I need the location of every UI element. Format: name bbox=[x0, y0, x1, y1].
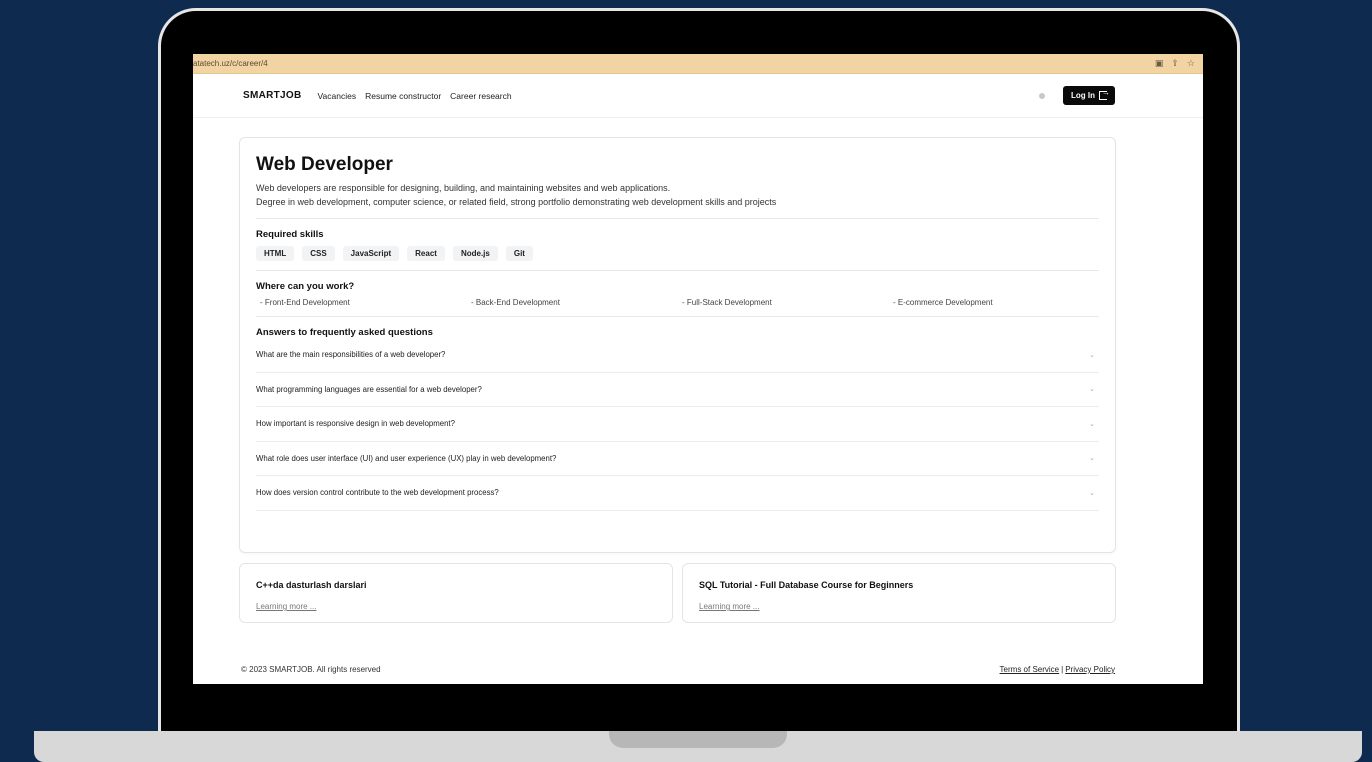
page-title: Web Developer bbox=[256, 154, 393, 175]
learn-more-link[interactable]: Learning more ... bbox=[699, 602, 759, 611]
chevron-down-icon: ⌄ bbox=[1089, 350, 1095, 359]
browser-screen: atatech.uz/c/career/4 ▣ ⇪ ☆ SMARTJOB Vac… bbox=[193, 54, 1203, 684]
login-button[interactable]: Log In bbox=[1063, 86, 1115, 105]
nav-link-resume-constructor[interactable]: Resume constructor bbox=[365, 91, 441, 101]
chevron-down-icon: ⌄ bbox=[1089, 419, 1095, 428]
url-text[interactable]: atatech.uz/c/career/4 bbox=[193, 59, 268, 68]
skill-tag: Git bbox=[505, 246, 533, 261]
privacy-link[interactable]: Privacy Policy bbox=[1065, 665, 1115, 674]
faq-question: What programming languages are essential… bbox=[256, 384, 482, 394]
faq-item[interactable]: What are the main responsibilities of a … bbox=[256, 338, 1099, 373]
skill-tag: Node.js bbox=[452, 246, 498, 261]
workplace-item: - E-commerce Development bbox=[893, 298, 993, 307]
workplace-item: - Full-Stack Development bbox=[682, 298, 772, 307]
faq-item[interactable]: How important is responsive design in we… bbox=[256, 407, 1099, 442]
skill-tag: HTML bbox=[256, 246, 295, 261]
skills-heading: Required skills bbox=[256, 229, 324, 240]
nav-link-vacancies[interactable]: Vacancies bbox=[318, 91, 357, 101]
skill-tag: CSS bbox=[302, 246, 335, 261]
footer-separator: | bbox=[1061, 665, 1064, 674]
career-description-1: Web developers are responsible for desig… bbox=[256, 183, 671, 193]
translate-icon[interactable]: ▣ bbox=[1155, 59, 1164, 69]
theme-toggle-icon[interactable] bbox=[1039, 92, 1045, 99]
workplaces-list: - Front-End Development - Back-End Devel… bbox=[256, 298, 1099, 307]
faq-item[interactable]: What role does user interface (UI) and u… bbox=[256, 442, 1099, 476]
browser-toolbar-icons: ▣ ⇪ ☆ bbox=[1155, 59, 1195, 69]
login-icon bbox=[1099, 88, 1110, 100]
divider bbox=[256, 270, 1099, 271]
nav-link-career-research[interactable]: Career research bbox=[450, 91, 511, 101]
faq-item[interactable]: What programming languages are essential… bbox=[256, 373, 1099, 407]
course-card[interactable]: C++da dasturlash darslari Learning more … bbox=[239, 563, 673, 623]
faq-question: How important is responsive design in we… bbox=[256, 419, 455, 429]
faq-heading: Answers to frequently asked questions bbox=[256, 327, 433, 338]
address-bar[interactable]: atatech.uz/c/career/4 ▣ ⇪ ☆ bbox=[193, 54, 1203, 74]
terms-link[interactable]: Terms of Service bbox=[1000, 665, 1060, 674]
career-description-2: Degree in web development, computer scie… bbox=[256, 197, 777, 207]
footer: © 2023 SMARTJOB. All rights reserved Ter… bbox=[241, 665, 1115, 674]
chevron-down-icon: ⌄ bbox=[1089, 454, 1095, 463]
nav-right: Log In bbox=[1039, 86, 1115, 105]
copyright-text: © 2023 SMARTJOB. All rights reserved bbox=[241, 665, 381, 674]
skill-tag: React bbox=[407, 246, 445, 261]
faq-question: What role does user interface (UI) and u… bbox=[256, 453, 557, 463]
divider bbox=[256, 316, 1099, 317]
career-card: Web Developer Web developers are respons… bbox=[239, 137, 1116, 553]
skills-list: HTML CSS JavaScript React Node.js Git bbox=[256, 246, 1099, 261]
workplace-item: - Front-End Development bbox=[260, 298, 350, 307]
top-navbar: SMARTJOB Vacancies Resume constructor Ca… bbox=[193, 74, 1203, 118]
learn-more-link[interactable]: Learning more ... bbox=[256, 602, 316, 611]
faq-list: What are the main responsibilities of a … bbox=[256, 338, 1099, 511]
course-title: SQL Tutorial - Full Database Course for … bbox=[699, 580, 914, 590]
workplaces-heading: Where can you work? bbox=[256, 281, 355, 292]
login-label: Log In bbox=[1071, 91, 1095, 100]
share-icon[interactable]: ⇪ bbox=[1171, 59, 1179, 69]
chevron-down-icon: ⌄ bbox=[1089, 488, 1095, 497]
divider bbox=[256, 218, 1099, 219]
star-icon[interactable]: ☆ bbox=[1187, 59, 1195, 69]
faq-item[interactable]: How does version control contribute to t… bbox=[256, 476, 1099, 511]
skill-tag: JavaScript bbox=[342, 246, 400, 261]
workplace-item: - Back-End Development bbox=[471, 298, 560, 307]
course-card[interactable]: SQL Tutorial - Full Database Course for … bbox=[682, 563, 1116, 623]
chevron-down-icon: ⌄ bbox=[1089, 385, 1095, 394]
laptop-notch bbox=[609, 731, 787, 748]
faq-question: How does version control contribute to t… bbox=[256, 488, 499, 498]
footer-links: Terms of Service | Privacy Policy bbox=[1000, 665, 1115, 674]
faq-question: What are the main responsibilities of a … bbox=[256, 350, 446, 360]
site-logo[interactable]: SMARTJOB bbox=[243, 90, 302, 101]
course-title: C++da dasturlash darslari bbox=[256, 580, 367, 590]
